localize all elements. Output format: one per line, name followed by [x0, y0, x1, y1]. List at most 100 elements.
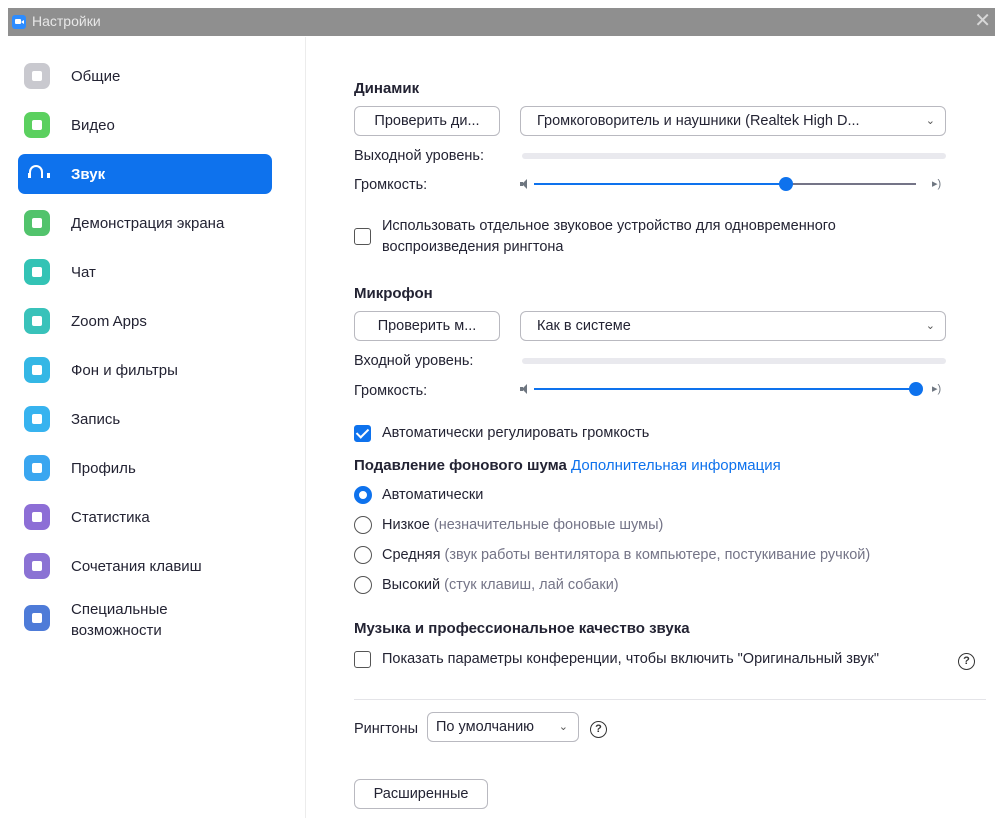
sidebar-item-statistics[interactable]: Статистика — [18, 497, 272, 537]
volume-high-icon: ▸) — [932, 383, 942, 395]
auto-adjust-volume-label: Автоматически регулировать громкость — [382, 425, 650, 441]
sidebar-item-background[interactable]: Фон и фильтры — [18, 350, 272, 390]
sidebar-item-general[interactable]: Общие — [18, 56, 272, 96]
microphone-volume-slider[interactable]: ▸) — [520, 381, 948, 397]
sidebar-item-label: Сочетания клавиш — [71, 558, 202, 575]
speaker-device-value: Громкоговоритель и наушники (Realtek Hig… — [537, 113, 860, 129]
test-speaker-button[interactable]: Проверить ди... — [354, 106, 500, 136]
slider-fill — [534, 183, 786, 185]
separate-ringtone-label-line1: Использовать отдельное звуковое устройст… — [382, 218, 836, 234]
chat-icon — [24, 259, 50, 285]
accessibility-icon — [24, 605, 50, 631]
speaker-volume-label: Громкость: — [354, 177, 428, 193]
sidebar-item-video[interactable]: Видео — [18, 105, 272, 145]
video-icon — [24, 112, 50, 138]
original-sound-checkbox[interactable] — [354, 651, 371, 668]
title-bar: Настройки ✕ — [0, 0, 995, 37]
slider-thumb[interactable] — [779, 177, 793, 191]
sidebar-item-label: Zoom Apps — [71, 313, 147, 330]
zoom-app-icon — [12, 15, 26, 29]
share-screen-icon — [24, 210, 50, 236]
sidebar-item-label: Звук — [71, 166, 106, 183]
ringtones-value: По умолчанию — [436, 719, 535, 735]
speaker-title: Динамик — [354, 80, 420, 97]
noise-high-label: Высокий (стук клавиш, лай собаки) — [382, 577, 619, 593]
volume-low-icon — [520, 384, 528, 394]
volume-high-icon: ▸) — [932, 178, 942, 190]
microphone-device-value: Как в системе — [537, 318, 631, 334]
close-icon[interactable]: ✕ — [974, 9, 991, 33]
title-bar-inner: Настройки ✕ — [8, 8, 995, 36]
profile-icon — [24, 455, 50, 481]
advanced-button[interactable]: Расширенные — [354, 779, 488, 809]
ringtones-label: Рингтоны — [354, 721, 419, 737]
noise-suppression-title: Подавление фонового шума Дополнительная … — [354, 457, 781, 474]
ringtones-select[interactable]: По умолчанию ⌄ — [427, 712, 579, 742]
sidebar-item-recording[interactable]: Запись — [18, 399, 272, 439]
separate-ringtone-checkbox[interactable] — [354, 228, 371, 245]
keyboard-icon — [24, 553, 50, 579]
statistics-icon — [24, 504, 50, 530]
chevron-down-icon: ⌄ — [558, 721, 568, 733]
input-level-label: Входной уровень: — [354, 353, 474, 369]
noise-medium-radio[interactable] — [354, 546, 372, 564]
radio-hint: (стук клавиш, лай собаки) — [444, 577, 619, 593]
speaker-device-select[interactable]: Громкоговоритель и наушники (Realtek Hig… — [520, 106, 946, 136]
sidebar-item-label: Демонстрация экрана — [71, 215, 225, 232]
slider-fill — [534, 388, 916, 390]
radio-label: Низкое — [382, 517, 430, 533]
noise-suppression-title-text: Подавление фонового шума — [354, 457, 567, 474]
sidebar-item-label: Профиль — [71, 460, 136, 477]
separate-ringtone-label: Использовать отдельное звуковое устройст… — [382, 216, 942, 258]
apps-icon — [24, 308, 50, 334]
noise-low-radio[interactable] — [354, 516, 372, 534]
noise-auto-radio[interactable] — [354, 486, 372, 504]
sidebar-item-label: Статистика — [71, 509, 150, 526]
help-icon[interactable]: ? — [590, 721, 607, 738]
sidebar-item-label: Чат — [71, 264, 96, 281]
output-level-label: Выходной уровень: — [354, 148, 484, 164]
noise-medium-label: Средняя (звук работы вентилятора в компь… — [382, 547, 870, 563]
noise-low-label: Низкое (незначительные фоновые шумы) — [382, 517, 663, 533]
sidebar-item-chat[interactable]: Чат — [18, 252, 272, 292]
sidebar-item-accessibility[interactable]: Специальные возможности — [18, 595, 272, 641]
test-microphone-button[interactable]: Проверить м... — [354, 311, 500, 341]
help-icon[interactable]: ? — [958, 653, 975, 670]
sidebar-item-label: Запись — [71, 411, 121, 428]
input-level-meter — [522, 358, 946, 364]
settings-sidebar: Общие Видео Звук Демонстрация экрана Чат… — [8, 37, 306, 818]
sidebar-item-label: Фон и фильтры — [71, 362, 178, 379]
speaker-volume-slider[interactable]: ▸) — [520, 176, 948, 192]
radio-label: Автоматически — [382, 487, 484, 503]
noise-high-radio[interactable] — [354, 576, 372, 594]
sidebar-item-share-screen[interactable]: Демонстрация экрана — [18, 203, 272, 243]
microphone-device-select[interactable]: Как в системе ⌄ — [520, 311, 946, 341]
chevron-down-icon: ⌄ — [925, 320, 935, 332]
background-icon — [24, 357, 50, 383]
microphone-volume-label: Громкость: — [354, 383, 428, 399]
more-info-link[interactable]: Дополнительная информация — [571, 457, 781, 474]
noise-auto-label: Автоматически — [382, 487, 483, 503]
sidebar-item-zoom-apps[interactable]: Zoom Apps — [18, 301, 272, 341]
record-icon — [24, 406, 50, 432]
gear-icon — [24, 63, 50, 89]
slider-thumb[interactable] — [909, 382, 923, 396]
radio-hint: (незначительные фоновые шумы) — [433, 517, 664, 533]
separate-ringtone-label-line2: воспроизведения рингтона — [382, 239, 564, 255]
divider — [354, 699, 986, 700]
headphones-icon — [28, 165, 50, 178]
volume-low-icon — [520, 179, 528, 189]
auto-adjust-volume-checkbox[interactable] — [354, 425, 371, 442]
sidebar-item-shortcuts[interactable]: Сочетания клавиш — [18, 546, 272, 586]
output-level-meter — [522, 153, 946, 159]
sidebar-item-profile[interactable]: Профиль — [18, 448, 272, 488]
sidebar-item-label: Специальные возможности — [71, 601, 168, 639]
microphone-title: Микрофон — [354, 285, 433, 302]
sidebar-item-audio[interactable]: Звук — [18, 154, 272, 194]
chevron-down-icon: ⌄ — [925, 115, 935, 127]
window-title: Настройки — [32, 13, 101, 29]
radio-label: Средняя — [382, 547, 441, 563]
radio-hint: (звук работы вентилятора в компьютере, п… — [444, 547, 871, 563]
sidebar-item-label: Общие — [71, 68, 121, 85]
music-quality-title: Музыка и профессиональное качество звука — [354, 620, 690, 637]
